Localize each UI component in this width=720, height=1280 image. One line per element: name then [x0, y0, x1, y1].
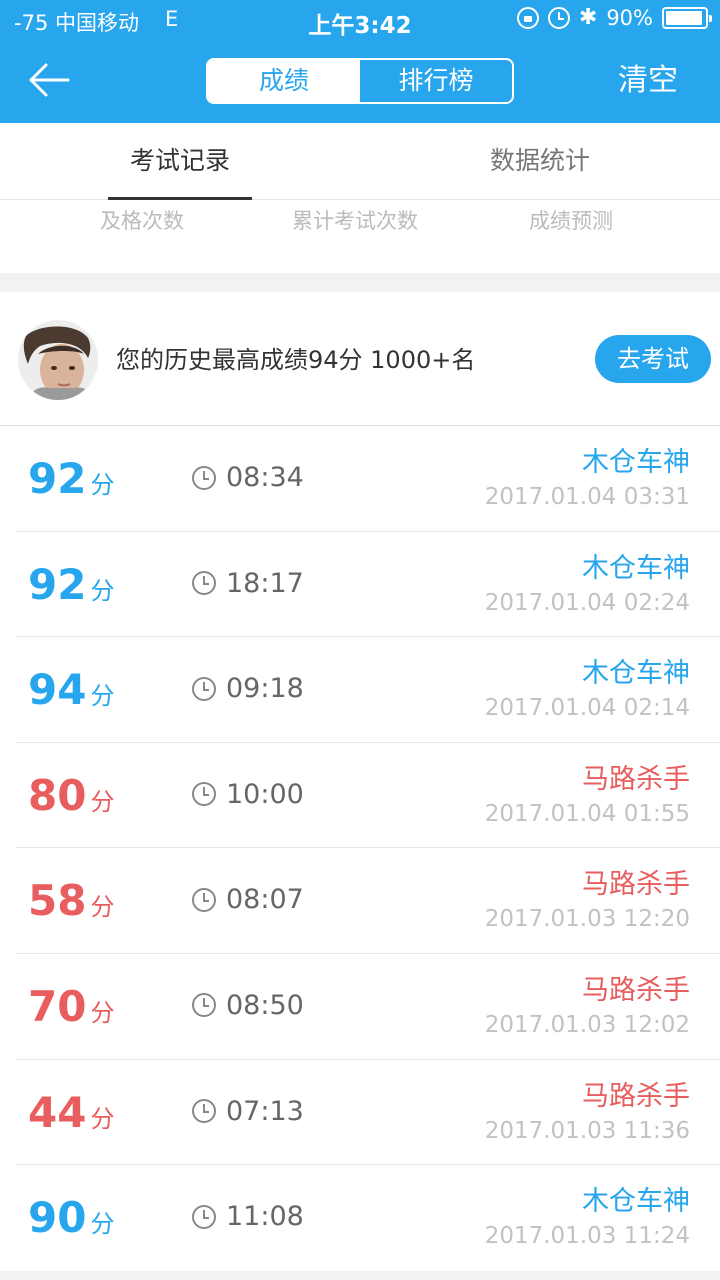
record-score-value: 70 — [28, 981, 87, 1031]
record-score-unit: 分 — [90, 682, 115, 711]
clock-icon — [192, 887, 216, 912]
header: -75 中国移动 E 上午3:42 ✱ 90% 成绩 排行榜 清空 — [0, 0, 720, 123]
record-date: 2017.01.04 02:24 — [484, 589, 690, 616]
clock-icon — [192, 1204, 216, 1229]
record-score-value: 90 — [28, 1193, 87, 1243]
record-score-unit: 分 — [90, 998, 115, 1027]
record-duration: 08:50 — [192, 990, 304, 1021]
clock-icon — [192, 993, 216, 1018]
segment-scores[interactable]: 成绩 — [208, 60, 360, 102]
segment-control: 成绩 排行榜 — [206, 58, 514, 104]
record-title: 马路杀手 — [582, 869, 690, 901]
best-score-card: 您的历史最高成绩94分 1000+名 去考试 — [0, 292, 720, 426]
record-duration-value: 10:00 — [226, 778, 304, 810]
best-score-text: 您的历史最高成绩94分 1000+名 — [116, 346, 476, 374]
back-button[interactable] — [28, 62, 70, 98]
record-duration-value: 09:18 — [226, 673, 304, 705]
stats-row: 及格次数 累计考试次数 成绩预测 — [0, 200, 720, 273]
record-score: 44 分 — [28, 1088, 114, 1144]
record-title: 木仓车神 — [582, 1186, 690, 1218]
record-duration-value: 07:13 — [226, 1095, 304, 1127]
clock-icon — [192, 1099, 216, 1124]
record-score-unit: 分 — [90, 787, 115, 816]
stat-prediction-label: 成绩预测 — [529, 209, 613, 233]
clock-icon — [192, 676, 216, 701]
record-score-value: 44 — [28, 1087, 87, 1137]
back-arrow-icon — [29, 63, 70, 97]
record-duration: 10:00 — [192, 779, 304, 810]
clock-icon — [192, 571, 216, 596]
record-score-unit: 分 — [90, 576, 115, 605]
record-duration-value: 11:08 — [226, 1201, 304, 1233]
record-score-value: 92 — [28, 454, 87, 503]
exam-record-list: 92 分 08:34 木仓车神 2017.01.04 03:31 92 分 18:17 木仓车神… — [0, 426, 720, 1271]
stat-total-exams-label: 累计考试次数 — [292, 209, 418, 233]
record-title: 马路杀手 — [582, 974, 690, 1006]
clock-icon — [192, 782, 216, 807]
record-row[interactable]: 94 分 09:18 木仓车神 2017.01.04 02:14 — [16, 637, 720, 743]
rotation-lock-icon — [516, 7, 539, 29]
record-date: 2017.01.04 01:55 — [484, 800, 690, 827]
avatar — [18, 320, 98, 400]
record-score-value: 94 — [28, 665, 87, 715]
record-duration-value: 08:34 — [226, 462, 304, 493]
take-exam-button[interactable]: 去考试 — [595, 335, 711, 383]
battery-icon — [662, 7, 712, 29]
record-row[interactable]: 92 分 18:17 木仓车神 2017.01.04 02:24 — [16, 532, 720, 638]
record-date: 2017.01.04 02:14 — [484, 695, 690, 722]
record-duration: 08:07 — [192, 884, 304, 915]
record-score-value: 58 — [28, 876, 87, 926]
record-score: 94 分 — [28, 665, 114, 721]
record-score-unit: 分 — [90, 1210, 115, 1239]
record-row[interactable]: 80 分 10:00 马路杀手 2017.01.04 01:55 — [16, 743, 720, 849]
status-bar: -75 中国移动 E 上午3:42 ✱ 90% — [0, 0, 720, 40]
record-title: 木仓车神 — [582, 447, 690, 478]
record-score-unit: 分 — [90, 471, 115, 499]
record-date: 2017.01.04 03:31 — [484, 484, 690, 510]
record-row[interactable]: 58 分 08:07 马路杀手 2017.01.03 12:20 — [16, 848, 720, 954]
record-duration: 07:13 — [192, 1096, 304, 1127]
record-duration: 18:17 — [192, 568, 304, 599]
record-duration-value: 08:50 — [226, 989, 304, 1021]
record-date: 2017.01.03 12:20 — [484, 906, 690, 933]
record-score-unit: 分 — [90, 893, 115, 922]
record-duration-value: 08:07 — [226, 884, 304, 916]
tab-statistics[interactable]: 数据统计 — [460, 123, 620, 200]
record-title: 木仓车神 — [582, 552, 690, 584]
record-duration: 11:08 — [192, 1201, 304, 1232]
record-score-unit: 分 — [90, 1104, 115, 1133]
record-date: 2017.01.03 12:02 — [484, 1011, 690, 1038]
record-title: 马路杀手 — [582, 763, 690, 795]
segment-ranking[interactable]: 排行榜 — [360, 60, 512, 102]
record-score: 70 分 — [28, 982, 114, 1038]
record-date: 2017.01.03 11:24 — [484, 1223, 690, 1250]
record-score: 92 分 — [28, 560, 114, 616]
stat-pass-count-label: 及格次数 — [100, 209, 184, 233]
record-score: 80 分 — [28, 771, 114, 827]
record-score: 58 分 — [28, 876, 114, 932]
record-row[interactable]: 92 分 08:34 木仓车神 2017.01.04 03:31 — [16, 426, 720, 532]
bluetooth-icon: ✱ — [578, 5, 598, 30]
clear-button[interactable]: 清空 — [618, 60, 678, 102]
battery-percent: 90% — [606, 6, 653, 30]
record-row[interactable]: 70 分 08:50 马路杀手 2017.01.03 12:02 — [16, 954, 720, 1060]
record-score-value: 92 — [28, 559, 87, 609]
record-score-value: 80 — [28, 770, 87, 820]
tab-exam-records[interactable]: 考试记录 — [108, 123, 252, 201]
record-row[interactable]: 44 分 07:13 马路杀手 2017.01.03 11:36 — [16, 1060, 720, 1166]
record-title: 木仓车神 — [582, 658, 690, 690]
record-score: 90 分 — [28, 1193, 114, 1249]
record-duration-value: 18:17 — [226, 567, 304, 599]
record-score: 92 分 — [28, 454, 114, 510]
record-duration: 08:34 — [192, 462, 304, 493]
tab-bar: 考试记录 数据统计 — [0, 123, 720, 201]
status-right: ✱ 90% — [516, 5, 712, 30]
record-title: 马路杀手 — [582, 1080, 690, 1112]
clock-icon — [192, 465, 216, 490]
alarm-icon — [547, 7, 570, 29]
record-date: 2017.01.03 11:36 — [484, 1117, 690, 1144]
record-duration: 09:18 — [192, 673, 304, 704]
record-row[interactable]: 90 分 11:08 木仓车神 2017.01.03 11:24 — [16, 1165, 720, 1271]
app: -75 中国移动 E 上午3:42 ✱ 90% 成绩 排行榜 清空 考试记录 数… — [0, 0, 720, 1280]
